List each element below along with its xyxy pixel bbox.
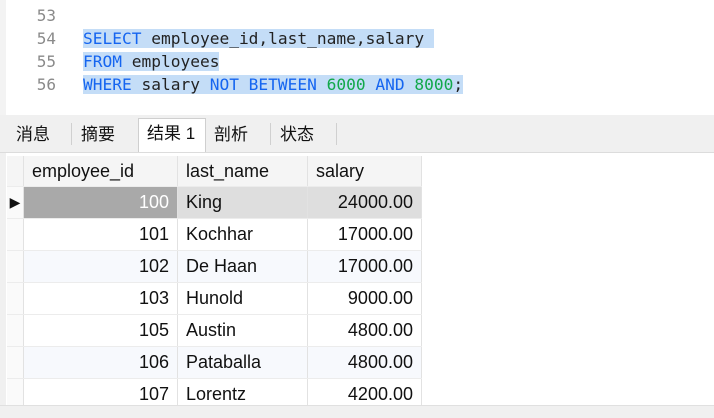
sql-keyword: NOT BETWEEN — [209, 75, 317, 94]
cell-salary[interactable]: 4800.00 — [307, 314, 422, 347]
header-row: employee_id last_name salary — [7, 156, 422, 187]
row-indicator — [7, 250, 24, 283]
cell-employee-id[interactable]: 106 — [23, 346, 178, 379]
cell-last-name[interactable]: Kochhar — [177, 218, 308, 251]
table-row[interactable]: 103 Hunold 9000.00 — [7, 282, 422, 315]
table-row[interactable]: 105 Austin 4800.00 — [7, 314, 422, 347]
row-indicator-header — [7, 156, 24, 187]
tab-summary[interactable]: 摘要 — [73, 120, 137, 150]
column-header-salary[interactable]: salary — [307, 156, 422, 187]
row-indicator — [7, 314, 24, 347]
tab-separator — [336, 123, 337, 145]
line-number: 55 — [36, 52, 56, 71]
result-table: employee_id last_name salary ▶ 100 King … — [7, 156, 422, 411]
cell-last-name[interactable]: De Haan — [177, 250, 308, 283]
cell-last-name[interactable]: Pataballa — [177, 346, 308, 379]
current-row-marker-icon: ▶ — [7, 186, 24, 219]
cell-employee-id[interactable]: 105 — [23, 314, 178, 347]
line-number: 53 — [36, 6, 56, 25]
cell-employee-id[interactable]: 103 — [23, 282, 178, 315]
result-grid[interactable]: employee_id last_name salary ▶ 100 King … — [0, 153, 714, 417]
cell-salary[interactable]: 17000.00 — [307, 218, 422, 251]
sql-editor[interactable]: 53 54 SELECT employee_id,last_name,salar… — [0, 0, 714, 115]
editor-line-56: 56 WHERE salary NOT BETWEEN 6000 AND 800… — [0, 73, 714, 96]
sql-space — [366, 75, 376, 94]
sql-space — [405, 75, 415, 94]
sql-number: 8000 — [414, 75, 454, 94]
grid-toolbar-strip — [0, 405, 714, 418]
code-text: FROM employees — [83, 52, 220, 71]
cell-salary[interactable]: 4800.00 — [307, 346, 422, 379]
tab-separator — [71, 123, 72, 145]
editor-line-54: 54 SELECT employee_id,last_name,salary — [0, 27, 714, 50]
line-number: 54 — [36, 29, 56, 48]
code-text: WHERE salary NOT BETWEEN 6000 AND 8000; — [83, 75, 464, 94]
grid-left-bar — [0, 153, 6, 417]
row-indicator — [7, 282, 24, 315]
code-text: SELECT employee_id,last_name,salary — [83, 29, 434, 48]
sql-text: employee_id,last_name,salary — [141, 29, 434, 48]
cell-employee-id[interactable]: 102 — [23, 250, 178, 283]
cell-employee-id[interactable]: 100 — [23, 186, 178, 219]
cell-last-name[interactable]: King — [177, 186, 308, 219]
cell-last-name[interactable]: Hunold — [177, 282, 308, 315]
cell-salary[interactable]: 9000.00 — [307, 282, 422, 315]
table-row[interactable]: 106 Pataballa 4800.00 — [7, 346, 422, 379]
table-row[interactable]: 102 De Haan 17000.00 — [7, 250, 422, 283]
cell-last-name[interactable]: Austin — [177, 314, 308, 347]
sql-text: employees — [121, 52, 220, 71]
sql-keyword: FROM — [83, 52, 122, 71]
sql-text: salary — [131, 75, 210, 94]
column-header-last-name[interactable]: last_name — [177, 156, 308, 187]
sql-keyword: SELECT — [83, 29, 142, 48]
table-row[interactable]: ▶ 100 King 24000.00 — [7, 186, 422, 219]
column-header-employee-id[interactable]: employee_id — [23, 156, 178, 187]
tab-status[interactable]: 状态 — [272, 120, 336, 150]
cell-salary[interactable]: 24000.00 — [307, 186, 422, 219]
editor-line-55: 55 FROM employees — [0, 50, 714, 73]
tab-messages[interactable]: 消息 — [8, 120, 70, 150]
row-indicator — [7, 346, 24, 379]
sql-number: 6000 — [326, 75, 366, 94]
sql-text: ; — [453, 75, 464, 94]
tab-separator — [270, 123, 271, 145]
cell-employee-id[interactable]: 101 — [23, 218, 178, 251]
editor-line-53: 53 — [0, 4, 714, 27]
row-indicator — [7, 218, 24, 251]
result-tabs: 消息 摘要 结果 1 剖析 状态 — [0, 115, 714, 153]
cell-salary[interactable]: 17000.00 — [307, 250, 422, 283]
sql-keyword: WHERE — [83, 75, 132, 94]
sql-keyword: AND — [375, 75, 405, 94]
tab-result-1[interactable]: 结果 1 — [138, 118, 206, 152]
sql-space — [317, 75, 327, 94]
table-row[interactable]: 101 Kochhar 17000.00 — [7, 218, 422, 251]
tab-profile[interactable]: 剖析 — [206, 120, 270, 150]
line-number: 56 — [36, 75, 56, 94]
